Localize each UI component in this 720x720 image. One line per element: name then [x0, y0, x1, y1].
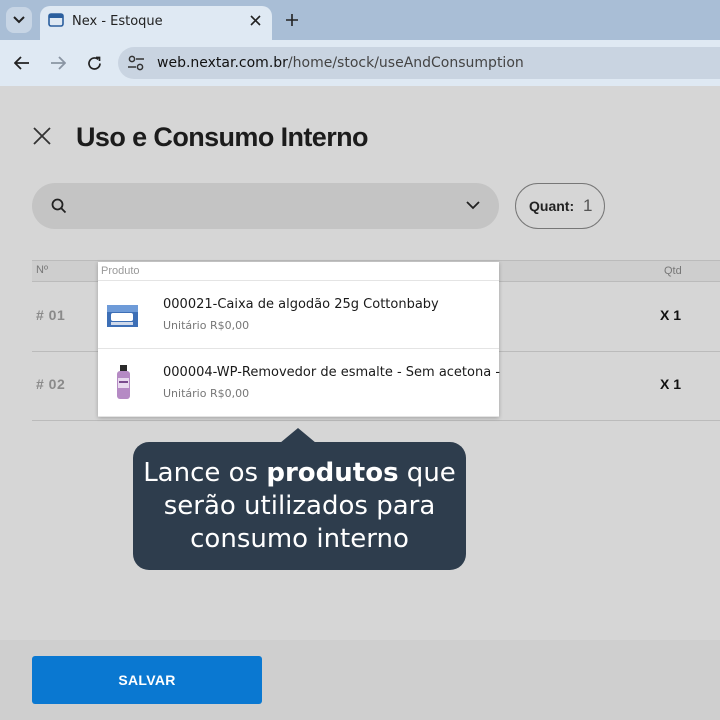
dropdown-header: Produto	[98, 262, 499, 281]
cotton-box-icon	[107, 305, 138, 327]
chevron-down-icon[interactable]	[466, 200, 480, 210]
row-quantity: X 1	[660, 376, 682, 392]
browser-tab[interactable]: Nex - Estoque	[40, 6, 272, 40]
address-bar[interactable]: web.nextar.com.br/home/stock/useAndConsu…	[118, 47, 720, 79]
url-text: web.nextar.com.br/home/stock/useAndConsu…	[157, 55, 524, 71]
reload-button[interactable]	[83, 52, 105, 74]
close-icon[interactable]	[32, 126, 52, 146]
tooltip-text: Lance os produtos que serão utilizados p…	[133, 457, 466, 556]
dropdown-item[interactable]: 000021-Caixa de algodão 25g Cottonbaby U…	[98, 281, 499, 349]
product-price: Unitário R$0,00	[163, 319, 250, 332]
forward-button[interactable]	[47, 52, 69, 74]
arrow-right-icon	[51, 56, 66, 70]
save-button[interactable]: SALVAR	[32, 656, 262, 704]
product-name: 000004-WP-Removedor de esmalte - Sem ace…	[163, 365, 501, 380]
product-search-input[interactable]	[32, 183, 499, 229]
nail-polish-remover-bottle-icon	[117, 365, 130, 399]
quantity-field[interactable]: Quant: 1	[515, 183, 605, 229]
quantity-value[interactable]: 1	[583, 196, 592, 216]
page-title: Uso e Consumo Interno	[76, 122, 369, 152]
tooltip-arrow	[280, 428, 316, 443]
plus-icon	[286, 14, 298, 26]
column-header-number: Nº	[36, 264, 48, 276]
site-settings-icon[interactable]	[127, 55, 145, 71]
row-quantity: X 1	[660, 307, 682, 323]
url-host: web.nextar.com.br	[157, 55, 288, 71]
close-icon	[249, 14, 261, 26]
chevron-down-icon	[13, 16, 25, 24]
url-path: /home/stock/useAndConsumption	[287, 55, 524, 71]
back-button[interactable]	[11, 52, 33, 74]
tab-search-button[interactable]	[6, 7, 32, 33]
reload-icon	[87, 56, 101, 70]
dropdown-item[interactable]: 000004-WP-Removedor de esmalte - Sem ace…	[98, 349, 501, 417]
row-number: # 02	[36, 376, 66, 392]
new-tab-button[interactable]	[282, 10, 302, 30]
tab-close-button[interactable]	[246, 11, 264, 29]
browser-toolbar: web.nextar.com.br/home/stock/useAndConsu…	[0, 40, 720, 86]
tooltip-text-part1: Lance os	[143, 458, 267, 488]
browser-tab-bar: Nex - Estoque	[0, 0, 720, 40]
help-tooltip: Lance os produtos que serão utilizados p…	[133, 442, 466, 570]
product-dropdown: Produto 000021-Caixa de algodão 25g Cott…	[98, 262, 501, 417]
arrow-left-icon	[14, 56, 29, 70]
quantity-label: Quant:	[529, 198, 575, 214]
store-favicon-icon	[48, 13, 64, 27]
dropdown-header-label: Produto	[101, 265, 140, 277]
row-number: # 01	[36, 307, 66, 323]
tooltip-text-bold: produtos	[266, 458, 399, 488]
search-icon	[51, 198, 67, 214]
product-price: Unitário R$0,00	[163, 387, 250, 400]
column-header-qtd: Qtd	[664, 265, 682, 277]
product-name: 000021-Caixa de algodão 25g Cottonbaby	[163, 297, 439, 312]
tab-title: Nex - Estoque	[72, 14, 163, 29]
page-footer: SALVAR	[0, 640, 720, 720]
